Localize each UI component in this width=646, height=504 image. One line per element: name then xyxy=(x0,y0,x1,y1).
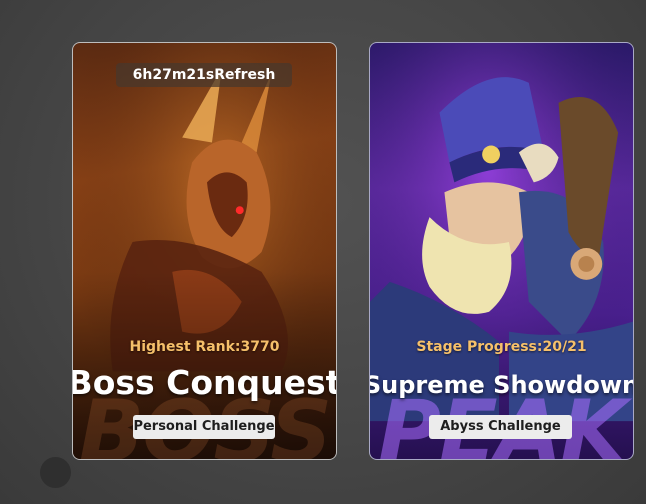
abyss-challenge-tag: Abyss Challenge xyxy=(429,415,572,439)
stage-progress-text: Stage Progress:20/21 xyxy=(416,339,587,355)
boss-conquest-card[interactable]: BOSS 6h27m21sRefresh Highest Rank:3770 B… xyxy=(72,42,337,460)
refresh-timer: 6h27m21sRefresh xyxy=(116,63,292,87)
supreme-showdown-title: Supreme Showdown xyxy=(369,371,634,399)
personal-challenge-tag: Personal Challenge xyxy=(133,415,275,439)
highest-rank-text: Highest Rank:3770 xyxy=(129,339,280,355)
supreme-showdown-card[interactable]: PEAK Stage Progress:20/21 Supreme Showdo… xyxy=(369,42,634,460)
floating-action-dot[interactable] xyxy=(40,457,71,488)
boss-conquest-title: Boss Conquest xyxy=(72,363,337,402)
